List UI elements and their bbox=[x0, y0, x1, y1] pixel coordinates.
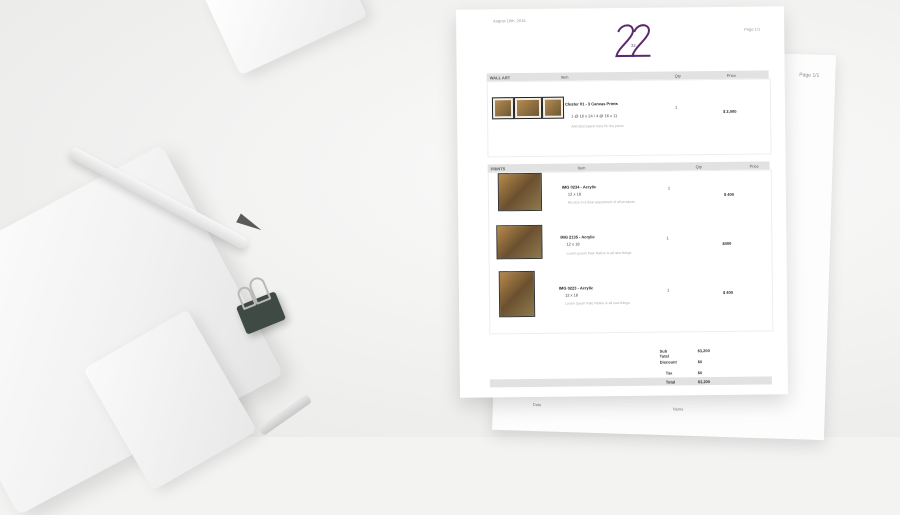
discount-value: $0 bbox=[697, 359, 703, 365]
invoice-page-label: Page 1/1 bbox=[744, 26, 761, 32]
back-footer-name: Name bbox=[672, 406, 684, 412]
print-item-price: $400 bbox=[722, 240, 732, 246]
wall-art-item-title: Cluster 01 - 3 Canvas Prints bbox=[564, 101, 618, 107]
wall-art-thumb-2 bbox=[513, 96, 543, 120]
print-item-size: 12 x 18 bbox=[564, 292, 579, 298]
subtotal-label: Sub Total bbox=[659, 348, 669, 359]
print-item-qty: 1 bbox=[666, 235, 669, 241]
logo-text: 22 bbox=[631, 43, 636, 48]
total-bar bbox=[489, 376, 772, 388]
print-item-price: $ 400 bbox=[722, 289, 733, 295]
back-page-label: Page 1/1 bbox=[799, 72, 820, 79]
wall-art-item-desc: Add description here for the piece bbox=[571, 123, 624, 129]
wall-art-item-price: $ 2,000 bbox=[723, 108, 737, 114]
print-item-desc: Lorem ipsum Pale Nation & all new things bbox=[565, 300, 630, 306]
print-thumb-3 bbox=[498, 270, 536, 318]
total-label: Total bbox=[665, 379, 676, 385]
print-thumb-2 bbox=[496, 224, 543, 260]
prints-col-qty: Qty bbox=[695, 164, 702, 170]
invoice-sheet: August 16th, 2016 Page 1/1 22 WALL ART I… bbox=[455, 6, 789, 398]
print-item-price: $ 400 bbox=[723, 191, 734, 197]
studio-logo-icon: 22 bbox=[615, 24, 651, 58]
invoice-date: August 16th, 2016 bbox=[493, 17, 526, 24]
print-item-title: IMG 0234 - Acrylic bbox=[561, 184, 597, 190]
print-item-title: IMG 0223 - Acrylic bbox=[558, 285, 594, 291]
tax-value: $0 bbox=[697, 370, 703, 376]
wall-art-item-size: 1 @ 16 x 24 / 4 @ 16 x 11 bbox=[571, 113, 618, 119]
print-item-desc: Lorem ipsum Pale Nation & all new things bbox=[566, 250, 632, 256]
subtotal-value: $3,200 bbox=[697, 348, 710, 354]
print-item-size: 12 x 18 bbox=[567, 191, 582, 197]
print-item-title: IMG 2135 - Acrylic bbox=[560, 234, 595, 240]
prints-col-price: Price bbox=[749, 163, 759, 169]
wall-art-thumb-3 bbox=[541, 96, 565, 119]
wall-art-heading: WALL ART bbox=[489, 75, 511, 81]
print-item-qty: 1 bbox=[667, 185, 671, 191]
prints-heading: PRINTS bbox=[490, 166, 506, 172]
wall-art-col-qty: Qty bbox=[674, 73, 681, 79]
print-thumb-1 bbox=[497, 172, 543, 212]
print-item-qty: 1 bbox=[666, 287, 670, 293]
total-value: $3,200 bbox=[697, 379, 711, 385]
wall-art-thumb-1 bbox=[491, 97, 515, 120]
discount-label: Discount bbox=[659, 359, 677, 365]
prints-col-item: Item bbox=[577, 165, 586, 171]
print-item-desc: Re-size in a final assortment of all pro… bbox=[567, 199, 635, 205]
wall-art-item-qty: 1 bbox=[674, 104, 678, 110]
wall-art-col-item: Item bbox=[560, 74, 569, 80]
back-footer-date: Date bbox=[532, 401, 542, 408]
wall-art-col-price: Price bbox=[726, 72, 736, 78]
tax-label: Tax bbox=[665, 370, 673, 376]
print-item-size: 12 x 18 bbox=[566, 241, 580, 247]
